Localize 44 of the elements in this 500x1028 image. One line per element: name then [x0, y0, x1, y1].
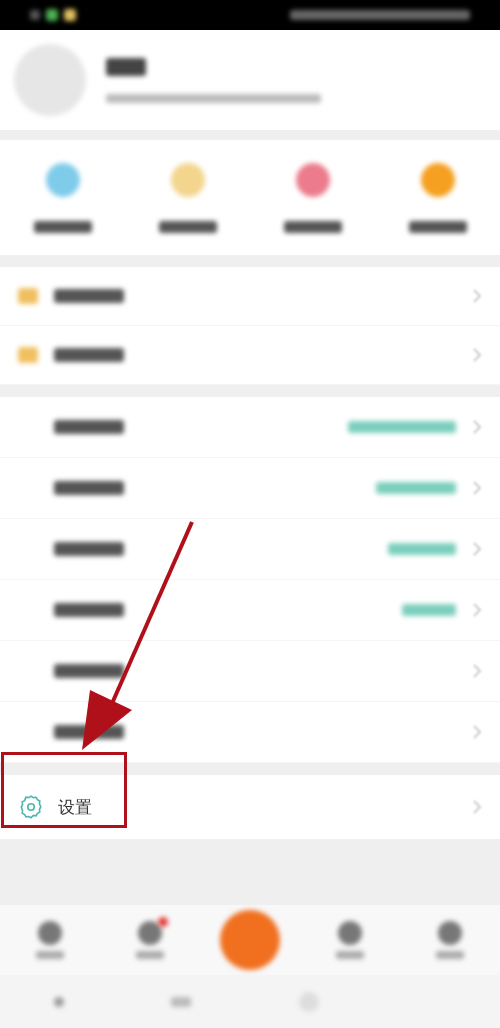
- blurred-text: [136, 951, 164, 959]
- settings-label: 设置: [58, 795, 92, 819]
- blurred-text: [54, 603, 124, 617]
- chevron-icon: [472, 288, 482, 304]
- blurred-text: [36, 951, 64, 959]
- status-icon: [64, 9, 76, 21]
- blurred-text: [33, 220, 92, 233]
- chevron-icon: [472, 541, 482, 557]
- blurred-text: [54, 420, 124, 434]
- nav-tab[interactable]: [336, 921, 364, 959]
- nav-tab[interactable]: [436, 921, 464, 959]
- chevron-icon: [472, 724, 482, 740]
- chevron-icon: [472, 480, 482, 496]
- blurred-text: [283, 220, 342, 233]
- chevron-icon: [472, 602, 482, 618]
- tab-icon: [38, 921, 62, 945]
- status-icon: [46, 9, 58, 21]
- nav-tab[interactable]: [36, 921, 64, 959]
- blurred-text: [54, 481, 124, 495]
- nav-tab[interactable]: [220, 910, 280, 970]
- blurred-text: [388, 543, 456, 555]
- blurred-text: [54, 542, 124, 556]
- blurred-text: [336, 951, 364, 959]
- chevron-icon: [472, 419, 482, 435]
- badge-dot: [158, 917, 168, 927]
- center-tab-icon: [220, 910, 280, 970]
- blurred-text: [106, 57, 146, 76]
- blurred-text: [402, 604, 456, 616]
- status-icon: [30, 10, 40, 20]
- chevron-icon: [472, 663, 482, 679]
- blurred-text: [408, 220, 467, 233]
- chevron-icon: [472, 799, 482, 815]
- blurred-text: [54, 348, 124, 362]
- tab-icon: [438, 921, 462, 945]
- blurred-text: [158, 220, 217, 233]
- tab-icon: [138, 921, 162, 945]
- shortcut-icon[interactable]: [295, 162, 330, 197]
- settings-icon: [18, 794, 44, 820]
- chevron-icon: [472, 347, 482, 363]
- blurred-text: [436, 951, 464, 959]
- blurred-text: [54, 289, 124, 303]
- tab-icon: [338, 921, 362, 945]
- shortcut-icon[interactable]: [420, 162, 455, 197]
- blurred-text: [54, 664, 124, 678]
